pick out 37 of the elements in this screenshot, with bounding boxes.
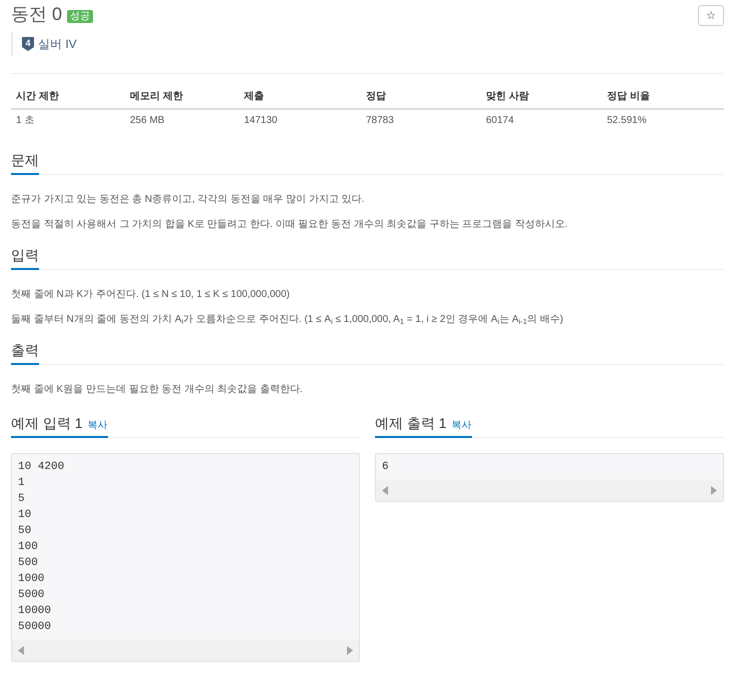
section-heading: 문제: [11, 150, 39, 175]
scroll-left-icon[interactable]: [382, 486, 388, 495]
result-badge: 성공: [67, 10, 94, 23]
copy-link[interactable]: 복사: [452, 419, 472, 433]
scroll-right-icon[interactable]: [347, 646, 353, 655]
table-cell: 60174: [481, 109, 602, 132]
column-header: 정답 비율: [602, 86, 724, 109]
paragraph: 둘째 줄부터 N개의 줄에 동전의 가치 A$_{i}$가 오름차순으로 주어진다. (1 ≤ A$_{i}$ ≤ 1,000,000, A$_{1}$ = 1, i ≥ 2인 경우에 A$_{i}$는 A$_{i-1}$의 배수): [11, 313, 564, 328]
horizontal-scrollbar[interactable]: [376, 480, 723, 501]
section-heading: 입력: [11, 245, 39, 270]
column-header: 시간 제한: [11, 86, 125, 109]
paragraph: 준규가 가지고 있는 동전은 총 N종류이고, 각각의 동전을 매우 많이 가지고 있다.: [11, 193, 366, 207]
table-cell: 78783: [361, 109, 481, 132]
scroll-left-icon[interactable]: [18, 646, 24, 655]
scroll-right-icon[interactable]: [711, 486, 717, 495]
paragraph: 첫째 줄에 K원을 만드는데 필요한 동전 개수의 최솟값을 출력한다.: [11, 383, 304, 397]
table-cell: 52.591%: [602, 109, 724, 132]
tier-badge: 4: [22, 37, 34, 51]
table-cell: 256 MB: [125, 109, 239, 132]
copy-link[interactable]: 복사: [88, 419, 108, 433]
column-header: 정답: [361, 86, 481, 109]
table-cell: 147130: [239, 109, 361, 132]
paragraph: 동전을 적절히 사용해서 그 가치의 합을 K로 만들려고 한다. 이때 필요한 동전 개수의 최솟값을 구하는 프로그램을 작성하시오.: [11, 218, 569, 232]
paragraph: 첫째 줄에 N과 K가 주어진다. (1 ≤ N ≤ 10, 1 ≤ K ≤ 100,000,000): [11, 288, 291, 302]
problem-title: 동전 0: [11, 3, 62, 26]
sample-text: 6: [381, 460, 390, 475]
sample-text: 10 4200 1 5 10 50 100 500 1000 5000 10000 50000: [17, 460, 66, 635]
horizontal-scrollbar[interactable]: [12, 640, 359, 661]
sample-heading: 예제 출력 1: [375, 414, 447, 433]
column-header: 메모리 제한: [125, 86, 239, 109]
sample-heading: 예제 입력 1: [11, 414, 83, 433]
column-header: 맞힌 사람: [481, 86, 602, 109]
star-button[interactable]: ☆: [698, 5, 724, 26]
table-cell: 1 초: [11, 109, 125, 132]
column-header: 제출: [239, 86, 361, 109]
section-heading: 출력: [11, 340, 39, 365]
tier-name[interactable]: 실버 IV: [38, 36, 77, 52]
